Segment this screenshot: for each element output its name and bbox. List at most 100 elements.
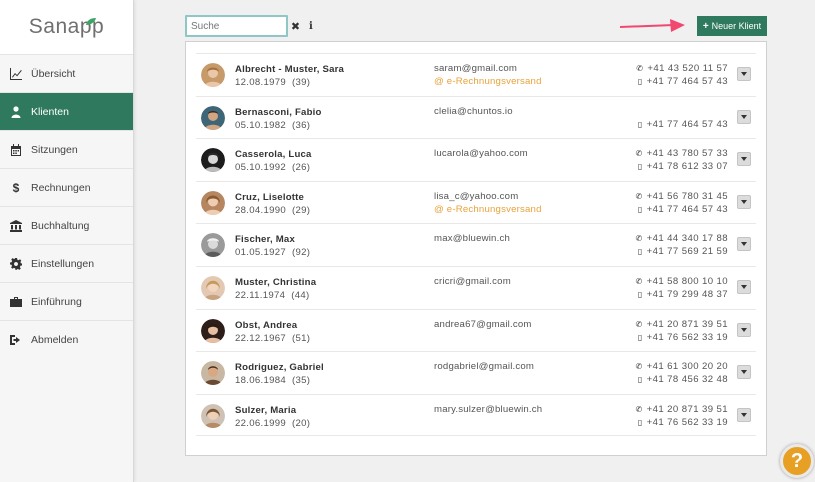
sidebar-item-einfuehrung[interactable]: Einführung — [0, 282, 133, 320]
client-phone-number[interactable]: +41 44 340 17 88 — [647, 233, 728, 244]
client-name[interactable]: Cruz, Liselotte — [235, 192, 304, 203]
client-name[interactable]: Bernasconi, Fabio — [235, 107, 322, 118]
help-button[interactable]: ? — [780, 444, 814, 478]
new-client-button[interactable]: + Neuer Klient — [697, 16, 767, 36]
client-phone-number[interactable]: +41 20 871 39 51 — [647, 319, 728, 330]
client-row[interactable]: Sulzer, Maria 22.06.1999 (20) mary.sulze… — [196, 393, 756, 437]
client-email[interactable]: rodgabriel@gmail.com — [434, 361, 534, 372]
client-row[interactable]: Albrecht - Muster, Sara 12.08.1979 (39) … — [196, 53, 756, 96]
sidebar-item-sitzungen[interactable]: Sitzungen — [0, 130, 133, 168]
phone-icon: ✆ — [635, 404, 643, 414]
client-mobile: ▯ +41 77 569 21 59 — [638, 246, 728, 257]
client-mobile: ▯ +41 77 464 57 43 — [638, 119, 728, 130]
client-mobile: ▯ +41 78 612 33 07 — [638, 161, 728, 172]
chart-line-icon — [9, 67, 23, 81]
client-phone-number[interactable]: +41 56 780 31 45 — [647, 191, 728, 202]
client-mobile-number[interactable]: +41 77 464 57 43 — [647, 119, 728, 130]
client-phone-number[interactable]: +41 43 520 11 57 — [647, 63, 728, 74]
client-dob-date: 22.06.1999 — [235, 417, 287, 429]
sidebar-item-buchhaltung[interactable]: Buchhaltung — [0, 206, 133, 244]
row-actions-dropdown[interactable] — [737, 407, 751, 422]
help-label: ? — [790, 449, 804, 472]
row-actions-dropdown[interactable] — [737, 237, 751, 252]
sidebar-item-klienten[interactable]: Klienten — [0, 92, 133, 130]
client-dob: 05.10.1982 (36) — [235, 120, 310, 131]
client-age: (39) — [291, 77, 311, 88]
phone-icon: ✆ — [635, 234, 643, 244]
client-phone-number[interactable]: +41 61 300 20 20 — [647, 361, 728, 372]
client-email[interactable]: lucarola@yahoo.com — [434, 148, 528, 159]
client-email[interactable]: saram@gmail.com — [434, 63, 517, 74]
avatar — [201, 105, 225, 130]
client-age: (51) — [291, 332, 311, 344]
client-row[interactable]: Cruz, Liselotte 28.04.1990 (29) lisa_c@y… — [196, 180, 756, 224]
client-phone: ✆ +41 56 780 31 45 — [636, 191, 728, 202]
client-list-panel: Albrecht - Muster, Sara 12.08.1979 (39) … — [185, 41, 767, 456]
client-row[interactable]: Muster, Christina 22.11.1974 (44) cricri… — [196, 265, 756, 309]
row-actions-dropdown[interactable] — [737, 109, 751, 124]
mobile-icon: ▯ — [637, 119, 643, 129]
client-row[interactable]: Casserola, Luca 05.10.1992 (26) lucarola… — [196, 138, 756, 181]
avatar — [201, 190, 225, 215]
sidebar-item-einstellungen[interactable]: Einstellungen — [0, 244, 133, 282]
row-actions-dropdown[interactable] — [737, 322, 751, 337]
client-name[interactable]: Obst, Andrea — [235, 320, 297, 331]
client-email[interactable]: max@bluewin.ch — [434, 233, 510, 244]
client-name[interactable]: Casserola, Luca — [235, 149, 312, 160]
client-row[interactable]: Obst, Andrea 22.12.1967 (51) andrea67@gm… — [196, 308, 756, 352]
info-icon[interactable]: i — [309, 21, 313, 32]
client-mobile-number[interactable]: +41 77 464 57 43 — [647, 204, 728, 215]
sidebar: Sanapp Übersicht Klienten Sitzungen $ Re… — [0, 0, 134, 482]
client-phone-number[interactable]: +41 58 800 10 10 — [647, 276, 728, 287]
client-name[interactable]: Muster, Christina — [235, 277, 316, 288]
client-name[interactable]: Sulzer, Maria — [235, 405, 296, 416]
client-mobile: ▯ +41 76 562 33 19 — [638, 417, 728, 428]
search-bar: ✖ i — [185, 15, 313, 37]
mobile-icon: ▯ — [637, 332, 643, 342]
client-name[interactable]: Albrecht - Muster, Sara — [235, 64, 344, 75]
client-email[interactable]: andrea67@gmail.com — [434, 319, 532, 330]
mobile-icon: ▯ — [637, 162, 643, 172]
client-mobile-number[interactable]: +41 78 456 32 48 — [647, 374, 728, 385]
row-actions-dropdown[interactable] — [737, 67, 751, 81]
client-email[interactable]: mary.sulzer@bluewin.ch — [434, 404, 542, 415]
phone-icon: ✆ — [635, 362, 643, 372]
sidebar-item-abmelden[interactable]: Abmelden — [0, 320, 133, 358]
client-mobile: ▯ +41 77 464 57 43 — [638, 76, 728, 87]
client-mobile-number[interactable]: +41 78 612 33 07 — [647, 161, 728, 172]
mobile-icon: ▯ — [637, 77, 643, 86]
mobile-icon: ▯ — [637, 204, 643, 214]
sidebar-item-rechnungen[interactable]: $ Rechnungen — [0, 168, 133, 206]
mobile-icon: ▯ — [637, 417, 643, 427]
client-row[interactable]: Bernasconi, Fabio 05.10.1982 (36) clelia… — [196, 95, 756, 139]
client-email[interactable]: cricri@gmail.com — [434, 276, 511, 287]
clear-search-icon[interactable]: ✖ — [290, 21, 301, 33]
client-mobile-number[interactable]: +41 76 562 33 19 — [647, 332, 728, 343]
client-mobile-number[interactable]: +41 79 299 48 37 — [647, 289, 728, 300]
client-age: (20) — [291, 417, 311, 429]
client-email[interactable]: lisa_c@yahoo.com — [434, 191, 518, 202]
client-row[interactable]: Fischer, Max 01.05.1927 (92) max@bluewin… — [196, 223, 756, 266]
row-actions-dropdown[interactable] — [737, 194, 751, 209]
client-mobile-number[interactable]: +41 77 464 57 43 — [647, 76, 728, 87]
sidebar-item-uebersicht[interactable]: Übersicht — [0, 54, 133, 92]
client-phone: ✆ +41 43 520 11 57 — [636, 63, 728, 74]
client-mobile: ▯ +41 77 464 57 43 — [638, 204, 728, 215]
client-email[interactable]: clelia@chuntos.io — [434, 106, 513, 117]
dollar-icon: $ — [12, 180, 20, 195]
client-name[interactable]: Fischer, Max — [235, 234, 295, 245]
client-phone-number[interactable]: +41 43 780 57 33 — [647, 148, 728, 159]
row-actions-dropdown[interactable] — [737, 279, 751, 294]
avatar — [201, 63, 225, 87]
client-phone-number[interactable]: +41 20 871 39 51 — [647, 404, 728, 415]
client-mobile-number[interactable]: +41 76 562 33 19 — [647, 417, 728, 428]
avatar — [201, 233, 225, 258]
row-actions-dropdown[interactable] — [737, 152, 751, 167]
logo[interactable]: Sanapp — [0, 0, 133, 54]
client-row[interactable]: Rodriguez, Gabriel 18.06.1984 (35) rodga… — [196, 351, 756, 394]
client-age: (35) — [291, 375, 311, 387]
search-input[interactable] — [185, 15, 288, 37]
row-actions-dropdown[interactable] — [737, 365, 751, 380]
client-name[interactable]: Rodriguez, Gabriel — [235, 362, 324, 373]
client-mobile-number[interactable]: +41 77 569 21 59 — [647, 246, 728, 257]
